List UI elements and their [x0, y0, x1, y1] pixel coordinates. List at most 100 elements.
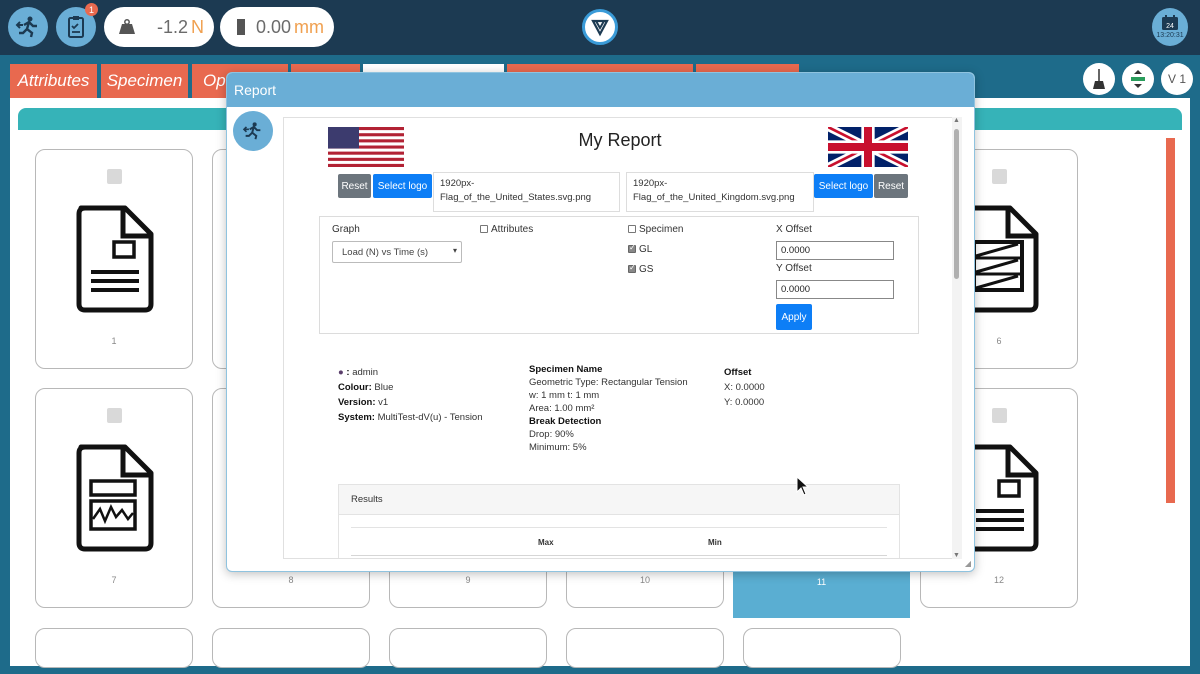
- template-card[interactable]: [743, 628, 901, 668]
- specimen-heading: Specimen Name: [529, 364, 603, 375]
- colour-label: Colour:: [338, 382, 372, 393]
- reset-right-logo-button[interactable]: Reset: [874, 174, 908, 198]
- report-info-specimen: Specimen Name Geometric Type: Rectangula…: [529, 363, 688, 454]
- results-col-min: Min: [708, 538, 722, 547]
- template-card[interactable]: 7: [35, 388, 193, 608]
- template-card[interactable]: [212, 628, 370, 668]
- exit-icon[interactable]: [233, 111, 273, 151]
- version-value: v1: [378, 397, 389, 408]
- card-number: 8: [288, 575, 294, 585]
- reset-left-logo-button[interactable]: Reset: [338, 174, 371, 198]
- template-card[interactable]: [35, 628, 193, 668]
- break-drop: Drop: 90%: [529, 429, 574, 440]
- report-scrollbar[interactable]: ▲ ▼: [952, 117, 962, 559]
- top-bar: 1 -1.2 N 0.00 mm 24 13:20:31: [0, 0, 1200, 55]
- checkbox-icon[interactable]: [480, 225, 488, 233]
- specimen-checkbox-label: Specimen: [639, 224, 684, 235]
- template-card[interactable]: [566, 628, 724, 668]
- checkbox-icon[interactable]: [628, 225, 636, 233]
- scroll-down-icon[interactable]: ▼: [953, 552, 960, 559]
- apply-button[interactable]: Apply: [776, 304, 812, 330]
- chevron-down-icon: ▾: [452, 246, 457, 255]
- user-icon: ●: [338, 367, 344, 378]
- specimen-checkbox[interactable]: Specimen: [628, 224, 683, 235]
- card-number: 9: [465, 575, 471, 585]
- checkbox-checked-icon[interactable]: [628, 263, 636, 273]
- tab-attributes[interactable]: Attributes: [10, 64, 97, 98]
- card-number: 11: [816, 577, 827, 587]
- attributes-checkbox[interactable]: Attributes: [480, 224, 533, 235]
- offset-heading: Offset: [724, 367, 752, 378]
- tab-specimen[interactable]: Specimen: [101, 64, 188, 98]
- attributes-checkbox-label: Attributes: [491, 224, 534, 235]
- gs-checkbox[interactable]: GS: [628, 263, 653, 275]
- break-minimum: Minimum: 5%: [529, 442, 587, 453]
- load-value: -1.2: [156, 16, 188, 37]
- scroll-up-icon[interactable]: ▲: [953, 117, 960, 124]
- weight-icon: [119, 19, 135, 34]
- gl-checkbox-label: GL: [639, 244, 653, 255]
- brand-logo: [582, 9, 618, 45]
- graph-select-value: Load (N) vs Time (s): [342, 247, 429, 258]
- fit-height-icon[interactable]: [1122, 63, 1154, 95]
- version-label: Version:: [338, 397, 376, 408]
- resize-handle-icon[interactable]: ◢: [965, 559, 971, 568]
- position-unit: mm: [294, 16, 324, 37]
- scroll-indicator[interactable]: [1166, 138, 1175, 503]
- y-offset-label: Y Offset: [776, 263, 812, 274]
- x-offset-label: X Offset: [776, 224, 812, 235]
- report-info-offset: Offset X: 0.0000 Y: 0.0000: [724, 365, 765, 410]
- card-checkbox[interactable]: [107, 408, 122, 423]
- graph-label: Graph: [332, 224, 360, 235]
- gl-checkbox[interactable]: GL: [628, 243, 653, 255]
- card-checkbox[interactable]: [107, 169, 122, 184]
- svg-text:24: 24: [1166, 23, 1174, 30]
- template-card[interactable]: [389, 628, 547, 668]
- select-right-logo-button[interactable]: Select logo: [814, 174, 873, 198]
- offset-y: Y: 0.0000: [724, 397, 765, 408]
- exit-icon[interactable]: [8, 7, 48, 47]
- divider: [351, 555, 887, 556]
- x-offset-input[interactable]: [776, 241, 894, 260]
- scrollbar-thumb[interactable]: [954, 129, 959, 279]
- broom-icon[interactable]: [1083, 63, 1115, 95]
- notification-badge: 1: [85, 3, 98, 16]
- report-dialog: Report My Report Reset Select logo 1920p…: [226, 72, 975, 572]
- colour-value: Blue: [374, 382, 394, 393]
- uk-flag-logo: [828, 127, 908, 167]
- version-button[interactable]: V 1: [1161, 63, 1193, 95]
- left-logo-filename: 1920px- Flag_of_the_United_States.svg.pn…: [433, 172, 620, 212]
- graph-select[interactable]: Load (N) vs Time (s) ▾: [332, 241, 462, 263]
- left-logo-filename-line2: Flag_of_the_United_States.svg.png: [440, 192, 592, 203]
- test-checklist-icon[interactable]: 1: [56, 3, 98, 47]
- position-value: 0.00: [255, 16, 291, 37]
- results-panel: Results Max Min: [338, 484, 900, 558]
- checkbox-checked-icon[interactable]: [628, 243, 636, 253]
- card-number: 7: [111, 575, 117, 585]
- graph-options-form: Graph Load (N) vs Time (s) ▾ Attributes …: [319, 216, 919, 334]
- document-icon: [76, 205, 154, 313]
- specimen-dimensions: w: 1 mm t: 1 mm: [529, 390, 600, 401]
- report-content: My Report Reset Select logo 1920px- Flag…: [283, 117, 955, 559]
- position-readout: 0.00 mm: [220, 7, 334, 47]
- offset-x: X: 0.0000: [724, 382, 765, 393]
- geometric-type: Geometric Type: Rectangular Tension: [529, 377, 688, 388]
- card-number: 1: [111, 336, 117, 346]
- calendar-clock-icon[interactable]: 24 13:20:31: [1152, 8, 1188, 46]
- load-readout: -1.2 N: [104, 7, 214, 47]
- template-card[interactable]: 1: [35, 149, 193, 369]
- card-checkbox[interactable]: [992, 408, 1007, 423]
- results-title: Results: [339, 485, 899, 515]
- load-unit: N: [191, 16, 204, 37]
- chart-document-icon: [76, 444, 154, 552]
- specimen-area: Area: 1.00 mm²: [529, 403, 595, 414]
- select-left-logo-button[interactable]: Select logo: [373, 174, 432, 198]
- card-checkbox[interactable]: [992, 169, 1007, 184]
- clock-time: 13:20:31: [1156, 32, 1184, 39]
- ruler-icon: [237, 19, 245, 35]
- break-detection-heading: Break Detection: [529, 416, 602, 427]
- right-logo-filename: 1920px- Flag_of_the_United_Kingdom.svg.p…: [626, 172, 814, 212]
- system-label: System:: [338, 412, 375, 423]
- right-logo-filename-line2: Flag_of_the_United_Kingdom.svg.png: [633, 192, 795, 203]
- y-offset-input[interactable]: [776, 280, 894, 299]
